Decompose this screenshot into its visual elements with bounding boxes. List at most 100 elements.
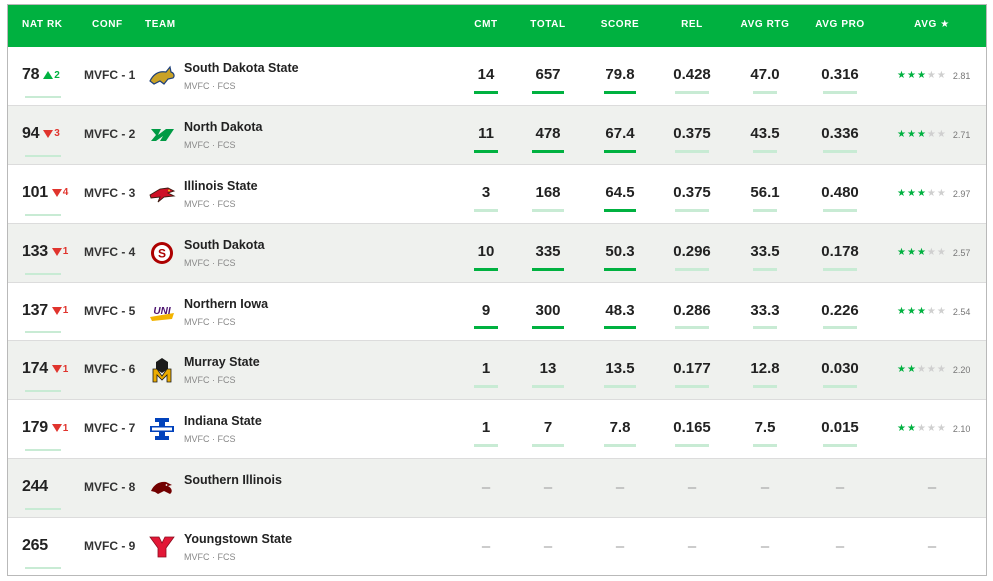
- team-name-link[interactable]: Southern Illinois: [184, 473, 282, 487]
- stat-total: 168: [535, 183, 561, 201]
- stat-total: 13: [539, 360, 557, 378]
- rank-change: 1: [51, 246, 68, 257]
- star-rating: ★ ★ ★ ★ ★ 2.20: [897, 364, 971, 376]
- col-header-avg-stars[interactable]: AVG ★: [914, 19, 950, 30]
- rank-underline: [25, 213, 61, 216]
- stat-underline: [675, 208, 709, 212]
- conference-rank: MVFC - 4: [84, 244, 136, 259]
- youngstown-y-logo[interactable]: [148, 534, 176, 560]
- team-name-link[interactable]: South Dakota State: [184, 61, 299, 75]
- col-header-cmt[interactable]: CMT: [474, 19, 497, 30]
- uni-logo[interactable]: UNI: [148, 299, 176, 325]
- stat-score: 50.3: [605, 242, 635, 260]
- col-header-score[interactable]: SCORE: [601, 19, 640, 30]
- rank-change-value: 4: [62, 187, 69, 199]
- table-row[interactable]: 137 1 MVFC - 5 UNI Northern Iowa MVFC · FCS 9 3…: [8, 283, 986, 342]
- table-row[interactable]: 94 3 MVFC - 2 North Dakota MVFC · FCS 11 478 67…: [8, 105, 986, 165]
- stat-underline: [532, 444, 564, 448]
- arrow-down-icon: [51, 424, 62, 433]
- stat-cmt: 11: [478, 124, 494, 142]
- team-name-link[interactable]: South Dakota: [184, 238, 265, 252]
- star-icon: ★: [916, 70, 926, 81]
- stat-underline: [675, 444, 709, 448]
- racers-logo[interactable]: [148, 357, 176, 383]
- rank-underline: [25, 272, 61, 275]
- stat-score: 48.3: [605, 301, 635, 319]
- rank-cell: 179 1: [8, 400, 70, 458]
- rank-cell: 265: [8, 518, 70, 575]
- table-row[interactable]: 179 1 MVFC - 7 Indiana State MVFC · FCS 1 7 7.8…: [8, 400, 986, 460]
- stat-score: –: [615, 538, 625, 556]
- stat-total: 7: [543, 419, 553, 437]
- col-header-total[interactable]: TOTAL: [530, 19, 565, 30]
- team-name-link[interactable]: North Dakota: [184, 120, 262, 134]
- rank-underline: [25, 449, 61, 452]
- col-header-rel[interactable]: REL: [681, 19, 703, 30]
- fighting-hawks-logo[interactable]: [148, 122, 176, 148]
- stat-avg-rtg: 7.5: [754, 419, 776, 437]
- jackrabbit-logo[interactable]: [148, 63, 176, 89]
- stat-avg-pro: 0.226: [821, 301, 859, 319]
- rank-change: 1: [51, 305, 68, 316]
- star-icon: ★: [926, 246, 936, 258]
- stat-underline: [604, 385, 636, 389]
- avg-star-value: 2.10: [952, 424, 971, 435]
- rank-change: 3: [43, 128, 60, 139]
- col-header-avg-pro[interactable]: AVG PRO: [815, 19, 865, 30]
- coyotes-logo[interactable]: S: [148, 240, 176, 266]
- team-conference-division: MVFC · FCS: [184, 139, 236, 150]
- team-name-link[interactable]: Youngstown State: [184, 532, 292, 546]
- stat-cmt: 1: [481, 419, 491, 437]
- stat-underline: [532, 90, 564, 94]
- table-row[interactable]: 133 1 MVFC - 4 S South Dakota MVFC · FCS 10 335…: [8, 223, 986, 283]
- table-row[interactable]: 265 MVFC - 9 Youngstown State MVFC · FCS – – –…: [8, 518, 986, 575]
- conference-rank: MVFC - 2: [84, 126, 136, 141]
- col-header-team[interactable]: TEAM: [145, 19, 176, 30]
- avg-star-value: 2.20: [952, 365, 971, 376]
- stat-underline: [753, 385, 777, 389]
- conference-rank: MVFC - 9: [84, 539, 136, 554]
- svg-text:UNI: UNI: [153, 306, 170, 317]
- rank-value: 94: [22, 124, 40, 142]
- team-name-link[interactable]: Illinois State: [184, 179, 258, 193]
- stat-score: 13.5: [605, 360, 635, 378]
- star-icon: ★: [897, 423, 906, 435]
- team-name-link[interactable]: Murray State: [184, 355, 260, 369]
- rank-value: 179: [22, 419, 48, 437]
- rank-value: 101: [22, 183, 48, 201]
- stat-underline: [474, 385, 498, 389]
- star-icon: ★: [897, 305, 906, 317]
- star-icon: ★: [916, 364, 926, 376]
- table-row[interactable]: 101 4 MVFC - 3 Illinois State MVFC · FCS 3 168…: [8, 165, 986, 224]
- stat-underline: [532, 208, 564, 212]
- redbird-logo[interactable]: [148, 181, 176, 207]
- star-icon: ★: [906, 128, 916, 140]
- stat-rel: 0.286: [673, 301, 711, 319]
- stat-total: 478: [535, 124, 561, 142]
- star-icon: ★: [916, 246, 926, 258]
- rank-value: 265: [22, 537, 48, 555]
- stat-rel: 0.177: [673, 360, 711, 378]
- stat-underline: [753, 444, 777, 448]
- stat-underline: [823, 149, 857, 153]
- stat-total: 335: [535, 242, 561, 260]
- table-row[interactable]: 78 2 MVFC - 1 South Dakota State MVFC · FCS 1…: [8, 47, 986, 106]
- team-name-link[interactable]: Indiana State: [184, 414, 262, 428]
- stat-avg-pro: 0.480: [821, 183, 859, 201]
- stat-total: –: [543, 538, 553, 556]
- stat-underline: [753, 149, 777, 153]
- avg-star-value: 2.71: [952, 129, 971, 140]
- stat-underline: [474, 149, 498, 153]
- stat-rel: 0.375: [673, 124, 711, 142]
- team-name-link[interactable]: Northern Iowa: [184, 297, 268, 311]
- table-row[interactable]: 174 1 MVFC - 6 Murray State MVFC · FCS 1 13 13.…: [8, 341, 986, 401]
- col-header-nat-rk[interactable]: NAT RK: [22, 19, 63, 30]
- col-header-avg-rtg[interactable]: AVG RTG: [740, 19, 789, 30]
- table-row[interactable]: 244 MVFC - 8 Southern Illinois – – – – – – –: [8, 459, 986, 519]
- stat-underline: [474, 267, 498, 271]
- salukis-logo[interactable]: [148, 475, 176, 501]
- sycamores-logo[interactable]: [148, 416, 176, 442]
- national-rank: 94 3: [22, 124, 60, 143]
- rank-underline: [25, 390, 61, 393]
- col-header-conf[interactable]: CONF: [92, 19, 123, 30]
